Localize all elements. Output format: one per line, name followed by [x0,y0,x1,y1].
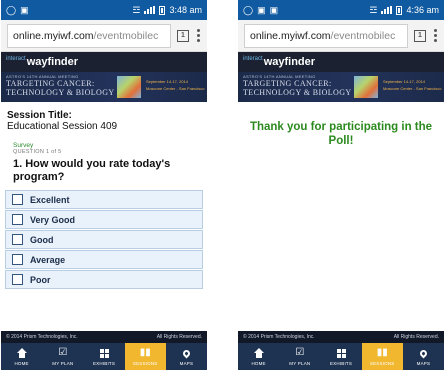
option-label: Good [30,234,54,245]
browser-toolbar: online.myiwf.com/eventmobilec 1 [1,20,207,52]
checkbox-icon[interactable] [12,274,23,285]
url-bar[interactable]: online.myiwf.com/eventmobilec [7,23,171,48]
checklist-icon: ☑ [58,347,68,358]
option-excellent[interactable]: Excellent [5,190,203,209]
url-host: online.myiwf.com [13,29,94,42]
tab-exhibits[interactable]: EXHIBITS [320,343,361,370]
shield-notification-icon: ◯ [6,4,17,15]
option-label: Poor [30,274,51,285]
checklist-icon: ☑ [295,347,305,358]
image-notification-icon: ▣ [257,4,266,15]
grid-icon [336,348,346,359]
tab-sessions[interactable]: ▮▮ SESSIONS [124,343,166,370]
checkbox-icon[interactable] [12,234,23,245]
phone-screen-thanks: ◯ ▣ ▣ ☲ 4:36 am online.myiwf.com/eventmo… [238,0,444,370]
brand-header: interactwayfinder [238,52,444,72]
option-average[interactable]: Average [5,250,203,269]
url-path: /eventmobilec [330,29,396,42]
logo-text: wayfinder [26,56,79,68]
wifi-icon: ☲ [132,4,141,15]
status-time: 3:48 am [169,5,202,15]
checkbox-icon[interactable] [12,214,23,225]
wayfinder-logo[interactable]: interactwayfinder [6,56,78,68]
thank-you-message: Thank you for participating in the Poll! [249,121,433,147]
option-label: Excellent [30,194,70,205]
banner-venue: Moscone Center - San Francisco [383,86,442,91]
banner-date: September 14-17, 2014 [146,79,189,84]
footer: © 2014 Prism Technologies, Inc. All Righ… [238,331,444,343]
tab-home[interactable]: HOME [1,343,42,370]
tab-my-plan[interactable]: ☑ MY PLAN [279,343,320,370]
tab-my-plan[interactable]: ☑ MY PLAN [42,343,83,370]
url-path: /eventmobilec [93,29,159,42]
tab-count: 1 [181,32,185,39]
tab-exhibits[interactable]: EXHIBITS [83,343,124,370]
session-name: Educational Session 409 [7,121,118,132]
copyright-text: © 2014 Prism Technologies, Inc. [6,334,78,340]
rights-text: All Rights Reserved. [393,334,439,340]
answer-options: Excellent Very Good Good Average Poor [1,190,207,289]
map-pin-icon [418,348,429,359]
status-bar: ◯ ▣ ☲ 3:48 am [1,0,207,20]
checkbox-icon[interactable] [12,194,23,205]
rights-text: All Rights Reserved. [156,334,202,340]
signal-icon [144,6,156,14]
tab-maps[interactable]: MAPS [166,343,207,370]
tab-count: 1 [418,32,422,39]
option-label: Very Good [30,214,76,225]
signal-icon [381,6,393,14]
banner-artwork [354,76,378,98]
tab-sessions[interactable]: ▮▮ SESSIONS [361,343,403,370]
wifi-icon: ☲ [369,4,378,15]
logo-prefix: interact [6,56,26,62]
tab-maps[interactable]: MAPS [403,343,444,370]
survey-content: Session Title: Educational Session 409 S… [1,102,207,290]
banner-venue: Moscone Center - San Francisco [146,86,205,91]
battery-icon [396,5,403,15]
image-notification-icon: ▣ [20,4,29,15]
tab-switcher-icon[interactable]: 1 [177,29,189,42]
option-poor[interactable]: Poor [5,270,203,289]
status-bar: ◯ ▣ ▣ ☲ 4:36 am [238,0,444,20]
event-banner: ASTRO'S 14TH ANNUAL MEETING TARGETING CA… [1,72,207,102]
banner-date: September 14-17, 2014 [383,79,426,84]
image-notification-icon: ▣ [269,4,279,15]
browser-toolbar: online.myiwf.com/eventmobilec 1 [238,20,444,52]
home-icon [16,348,27,359]
bottom-tab-bar: HOME ☑ MY PLAN EXHIBITS ▮▮ SESSIONS MAPS [1,343,207,370]
url-bar[interactable]: online.myiwf.com/eventmobilec [244,23,408,48]
brand-header: interactwayfinder [1,52,207,72]
banner-artwork [117,76,141,98]
option-good[interactable]: Good [5,230,203,249]
shield-notification-icon: ◯ [243,4,254,15]
survey-question: 1. How would you rate today's program? [13,158,171,183]
grid-icon [99,348,109,359]
map-pin-icon [181,348,192,359]
option-very-good[interactable]: Very Good [5,210,203,229]
bottom-tab-bar: HOME ☑ MY PLAN EXHIBITS ▮▮ SESSIONS MAPS [238,343,444,370]
sessions-icon: ▮▮ [376,347,388,358]
status-time: 4:36 am [406,5,439,15]
checkbox-icon[interactable] [12,254,23,265]
copyright-text: © 2014 Prism Technologies, Inc. [243,334,315,340]
session-title-label: Session Title: [7,110,72,121]
tab-home[interactable]: HOME [238,343,279,370]
phone-screen-survey: ◯ ▣ ☲ 3:48 am online.myiwf.com/eventmobi… [1,0,207,370]
logo-prefix: interact [243,56,263,62]
url-host: online.myiwf.com [250,29,331,42]
wayfinder-logo[interactable]: interactwayfinder [243,56,315,68]
sessions-icon: ▮▮ [139,347,151,358]
footer: © 2014 Prism Technologies, Inc. All Righ… [1,331,207,343]
overflow-menu-icon[interactable] [432,29,438,42]
tab-switcher-icon[interactable]: 1 [414,29,426,42]
event-banner: ASTRO'S 14TH ANNUAL MEETING TARGETING CA… [238,72,444,102]
option-label: Average [30,254,66,265]
logo-text: wayfinder [263,56,316,68]
overflow-menu-icon[interactable] [195,29,201,42]
home-icon [253,348,264,359]
survey-label: Survey [13,142,34,149]
battery-icon [159,5,166,15]
